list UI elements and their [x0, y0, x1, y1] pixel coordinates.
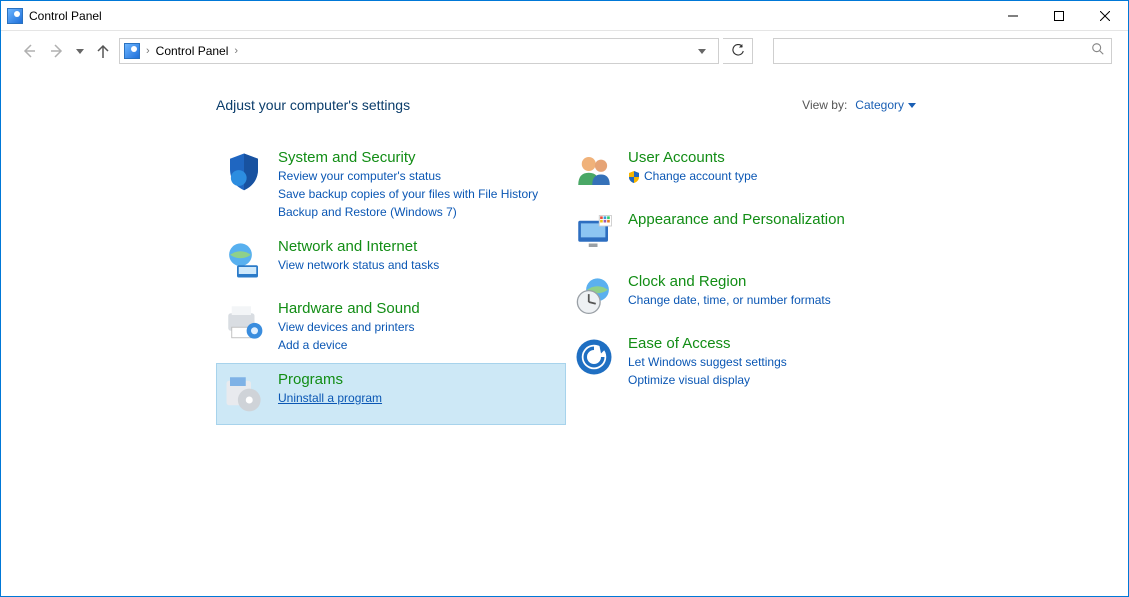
window-title: Control Panel — [29, 9, 102, 23]
category-title[interactable]: Clock and Region — [628, 273, 831, 290]
arrow-left-icon — [20, 42, 38, 60]
category-link-uninstall[interactable]: Uninstall a program — [278, 390, 382, 406]
printer-icon — [222, 300, 266, 344]
maximize-button[interactable] — [1036, 1, 1082, 31]
category-system-security[interactable]: System and Security Review your computer… — [216, 141, 566, 230]
category-link[interactable]: Optimize visual display — [628, 372, 787, 388]
category-title[interactable]: Programs — [278, 371, 382, 388]
heading-row: Adjust your computer's settings View by:… — [216, 97, 916, 113]
breadcrumb-root[interactable]: Control Panel — [156, 44, 229, 58]
close-icon — [1100, 11, 1110, 21]
nav-forward-button[interactable] — [45, 39, 69, 63]
content-inner: Adjust your computer's settings View by:… — [216, 97, 916, 425]
refresh-button[interactable] — [723, 38, 753, 64]
view-by-label: View by: — [802, 98, 847, 112]
nav-recent-dropdown[interactable] — [73, 39, 87, 63]
titlebar-left: Control Panel — [7, 8, 102, 24]
monitor-palette-icon — [572, 211, 616, 255]
category-title[interactable]: Ease of Access — [628, 335, 787, 352]
category-body: Ease of Access Let Windows suggest setti… — [628, 335, 787, 388]
nav-up-button[interactable] — [91, 39, 115, 63]
maximize-icon — [1054, 11, 1064, 21]
right-column: User Accounts Change account type — [566, 141, 916, 425]
category-link-change-account[interactable]: Change account type — [628, 168, 757, 184]
window-controls — [990, 1, 1128, 31]
category-title[interactable]: Network and Internet — [278, 238, 439, 255]
clock-globe-icon — [572, 273, 616, 317]
chevron-down-icon — [698, 49, 706, 54]
category-link[interactable]: Backup and Restore (Windows 7) — [278, 204, 538, 220]
minimize-button[interactable] — [990, 1, 1036, 31]
view-by-dropdown[interactable]: Category — [855, 98, 916, 112]
breadcrumb-icon — [124, 43, 140, 59]
category-title[interactable]: Appearance and Personalization — [628, 211, 845, 228]
programs-icon — [222, 371, 266, 415]
chevron-down-icon — [908, 103, 916, 108]
refresh-icon — [731, 44, 745, 58]
control-panel-icon — [7, 8, 23, 24]
breadcrumb-bar[interactable]: › Control Panel › — [119, 38, 719, 64]
view-by-value: Category — [855, 98, 904, 112]
category-link[interactable]: View devices and printers — [278, 319, 420, 335]
search-icon — [1091, 42, 1105, 61]
category-network[interactable]: Network and Internet View network status… — [216, 230, 566, 292]
left-column: System and Security Review your computer… — [216, 141, 566, 425]
search-input[interactable] — [780, 44, 1091, 58]
category-body: User Accounts Change account type — [628, 149, 757, 184]
category-programs[interactable]: Programs Uninstall a program — [216, 363, 566, 425]
search-box[interactable] — [773, 38, 1112, 64]
category-body: Hardware and Sound View devices and prin… — [278, 300, 420, 353]
category-link[interactable]: Save backup copies of your files with Fi… — [278, 186, 538, 202]
minimize-icon — [1008, 11, 1018, 21]
category-body: System and Security Review your computer… — [278, 149, 538, 220]
titlebar: Control Panel — [1, 1, 1128, 31]
breadcrumb-separator: › — [234, 45, 238, 57]
control-panel-window: Control Panel › — [0, 0, 1129, 597]
breadcrumb-separator: › — [146, 45, 150, 57]
link-text: Change account type — [644, 169, 757, 183]
users-icon — [572, 149, 616, 193]
category-title[interactable]: System and Security — [278, 149, 538, 166]
category-link[interactable]: Let Windows suggest settings — [628, 354, 787, 370]
address-bar: › Control Panel › — [1, 31, 1128, 71]
category-title[interactable]: Hardware and Sound — [278, 300, 420, 317]
category-link[interactable]: Review your computer's status — [278, 168, 538, 184]
globe-network-icon — [222, 238, 266, 282]
category-clock-region[interactable]: Clock and Region Change date, time, or n… — [566, 265, 916, 327]
page-heading: Adjust your computer's settings — [216, 97, 410, 113]
category-link[interactable]: Change date, time, or number formats — [628, 292, 831, 308]
address-history-dropdown[interactable] — [690, 39, 714, 63]
category-link[interactable]: View network status and tasks — [278, 257, 439, 273]
ease-of-access-icon — [572, 335, 616, 379]
category-user-accounts[interactable]: User Accounts Change account type — [566, 141, 916, 203]
view-by: View by: Category — [802, 98, 916, 112]
category-title[interactable]: User Accounts — [628, 149, 757, 166]
nav-back-button[interactable] — [17, 39, 41, 63]
arrow-up-icon — [95, 43, 111, 59]
uac-shield-icon — [628, 171, 640, 183]
category-body: Appearance and Personalization — [628, 211, 845, 228]
category-hardware[interactable]: Hardware and Sound View devices and prin… — [216, 292, 566, 363]
content-area: Adjust your computer's settings View by:… — [1, 71, 1128, 596]
category-appearance[interactable]: Appearance and Personalization — [566, 203, 916, 265]
category-body: Programs Uninstall a program — [278, 371, 382, 406]
category-link[interactable]: Add a device — [278, 337, 420, 353]
category-columns: System and Security Review your computer… — [216, 141, 916, 425]
category-body: Network and Internet View network status… — [278, 238, 439, 273]
chevron-down-icon — [76, 49, 84, 54]
category-body: Clock and Region Change date, time, or n… — [628, 273, 831, 308]
arrow-right-icon — [48, 42, 66, 60]
category-ease-of-access[interactable]: Ease of Access Let Windows suggest setti… — [566, 327, 916, 398]
shield-icon — [222, 149, 266, 193]
close-button[interactable] — [1082, 1, 1128, 31]
